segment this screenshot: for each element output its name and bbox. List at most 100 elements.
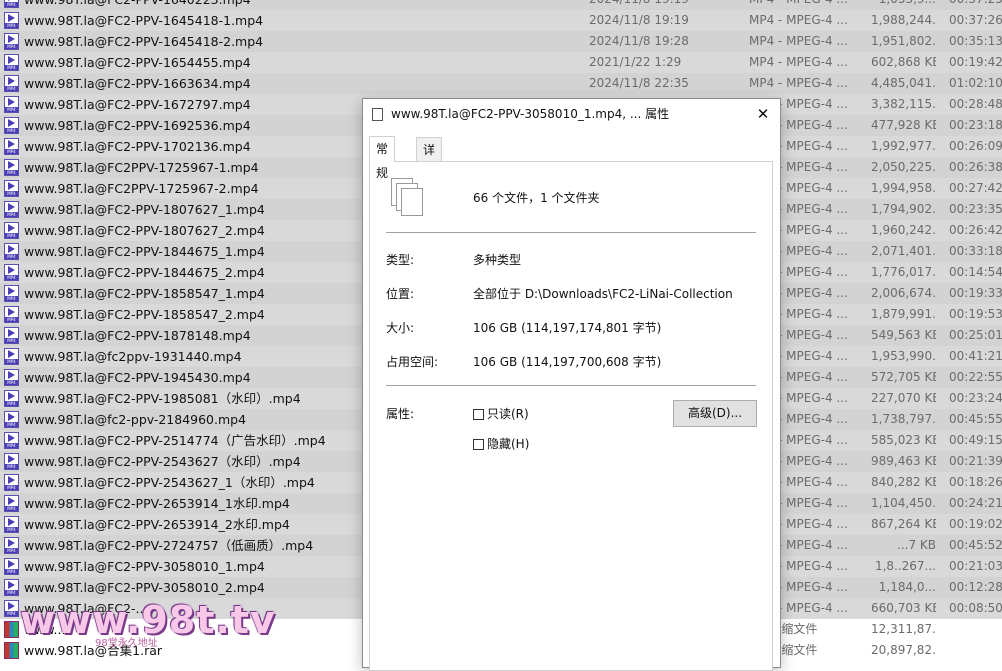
file-size: 3,382,115... — [871, 97, 936, 111]
divider — [386, 385, 756, 386]
file-name: www.98T.la@FC2-PPV-1702136.mp4 — [24, 139, 251, 154]
file-name: www.98T.la@FC2-PPV-1645418-1.mp4 — [24, 13, 264, 28]
file-type: MP4 - MPEG-4 ... — [749, 55, 848, 69]
file-name: www.98T.la@fc2ppv-1931440.mp4 — [24, 349, 242, 364]
mp4-icon: MP4 — [4, 600, 19, 617]
file-name: www.98T.la@FC2-PPV-1663634.mp4 — [24, 76, 251, 91]
multiple-files-icon — [391, 178, 425, 218]
file-duration: 00:21:03 — [949, 559, 1002, 573]
file-size: 227,070 KB — [871, 391, 936, 405]
file-size: 20,897,82... — [871, 643, 936, 657]
file-type: MP4 - MPEG-4 ... — [749, 34, 848, 48]
file-duration: 00:23:18 — [949, 118, 1002, 132]
file-size: 1,879,991... — [871, 307, 936, 321]
summary-text: 66 个文件，1 个文件夹 — [473, 191, 600, 205]
file-size: 1,994,958... — [871, 181, 936, 195]
file-duration: 00:08:50 — [949, 601, 1002, 615]
file-name: www.98T.la@FC2-PPV-2543627_1（水印）.mp4 — [24, 475, 315, 490]
file-duration: 00:37:26 — [949, 13, 1002, 27]
tab-general[interactable]: 常规 — [369, 136, 396, 180]
dialog-title-bar[interactable]: www.98T.la@FC2-PPV-3058010_1.mp4, ... 属性… — [363, 99, 780, 130]
file-name: www.98T.la@FC2-PPV-1645418-2.mp4 — [24, 34, 264, 49]
file-duration: 00:19:33 — [949, 286, 1002, 300]
general-panel: 66 个文件，1 个文件夹 类型: 多种类型 位置: 全部位于 D:\Downl… — [369, 161, 773, 671]
file-row[interactable]: MP4 www.98T.la@FC2-PPV-1645418-1.mp4 2024/… — [0, 10, 1002, 31]
file-duration: 00:12:28 — [949, 580, 1002, 594]
mp4-icon: MP4 — [4, 327, 19, 344]
file-type: MP4 - MPEG-4 ... — [749, 0, 848, 10]
hidden-checkbox[interactable]: 隐藏(H) — [473, 436, 529, 452]
file-size: 1,776,017... — [871, 265, 936, 279]
file-size: 549,563 KB — [871, 328, 936, 342]
file-size: 2,050,225... — [871, 160, 936, 174]
size-on-disk-label: 占用空间: — [386, 355, 439, 369]
mp4-icon: MP4 — [4, 75, 19, 92]
mp4-icon: MP4 — [4, 33, 19, 50]
file-row[interactable]: MP4 www.98T.la@FC2-PPV-1645418-2.mp4 2024/… — [0, 31, 1002, 52]
file-size: 1,738,797... — [871, 412, 936, 426]
file-name: www.98T.la@FC2-PPV-1945430.mp4 — [24, 370, 251, 385]
readonly-checkbox[interactable]: 只读(R) — [473, 406, 529, 422]
file-duration: 00:35:13 — [949, 34, 1002, 48]
size-label: 大小: — [386, 321, 415, 335]
file-size: 602,868 KB — [871, 55, 936, 69]
file-size: 585,023 KB — [871, 433, 936, 447]
file-name: www.98T.la@FC2-PPV-3058010_2.mp4 — [24, 580, 265, 595]
file-size: 1,8..267... — [874, 559, 936, 573]
file-duration: 00:26:38 — [949, 160, 1002, 174]
location-label: 位置: — [386, 287, 415, 301]
file-date: 2024/11/8 19:19 — [589, 0, 689, 10]
mp4-icon: MP4 — [4, 159, 19, 176]
mp4-icon: MP4 — [4, 348, 19, 365]
file-size: 840,282 KB — [871, 475, 936, 489]
hidden-label: 隐藏(H) — [487, 437, 530, 451]
rar-icon — [4, 621, 19, 638]
file-name: www.98T.la@FC2-PPV-2724757（低画质）.mp4 — [24, 538, 314, 553]
file-name: www.98T.la@FC2-PPV-2653914_2水印.mp4 — [24, 517, 290, 532]
file-row[interactable]: MP4 www.98T.la@FC2-PPV-1640223.mp4 2024/11… — [0, 0, 1002, 10]
file-duration: 00:25:01 — [949, 328, 1002, 342]
mp4-icon: MP4 — [4, 0, 19, 8]
file-duration: 00:26:42 — [949, 223, 1002, 237]
file-name: www.98T.la@FC2-PPV-3058010_1.mp4 — [24, 559, 265, 574]
files-icon — [369, 105, 383, 121]
mp4-icon: MP4 — [4, 432, 19, 449]
file-duration: 00:19:53 — [949, 307, 1002, 321]
file-size: 2,071,401... — [871, 244, 936, 258]
file-size: 4,485,041... — [871, 76, 936, 90]
file-name: www.98T.la@FC2-PPV-1985081（水印）.mp4 — [24, 391, 301, 406]
file-name: www.98T.la@FC2PPV-1725967-1.mp4 — [24, 160, 259, 175]
tab-details[interactable]: 详细信息 — [416, 137, 443, 229]
file-duration: 00:23:24 — [949, 391, 1002, 405]
file-date: 2021/1/22 1:29 — [589, 55, 682, 69]
file-size: 12,311,87... — [871, 622, 936, 636]
mp4-icon: MP4 — [4, 201, 19, 218]
dialog-title: www.98T.la@FC2-PPV-3058010_1.mp4, ... 属性 — [391, 107, 670, 121]
file-size: 1,184,0... — [878, 580, 936, 594]
file-duration: 00:28:48 — [949, 97, 1002, 111]
mp4-icon: MP4 — [4, 453, 19, 470]
file-name: www.98T.la@FC2-PPV-1858547_1.mp4 — [24, 286, 265, 301]
file-row[interactable]: MP4 www.98T.la@FC2-PPV-1663634.mp4 2024/11… — [0, 73, 1002, 94]
attributes-label: 属性: — [386, 407, 415, 421]
file-size: 1,960,242... — [871, 223, 936, 237]
file-size: 1,953,990... — [871, 349, 936, 363]
file-name: www.98T.la@FC2-PPV-1692536.mp4 — [24, 118, 251, 133]
mp4-icon: MP4 — [4, 138, 19, 155]
watermark-subtext: 98堂永久地址 — [95, 638, 158, 649]
file-duration: 00:24:21 — [949, 496, 1002, 510]
file-size: 660,703 KB — [871, 601, 936, 615]
file-duration: 00:14:54 — [949, 265, 1002, 279]
checkbox-box — [473, 439, 484, 450]
file-duration: 00:49:15 — [949, 433, 1002, 447]
file-row[interactable]: MP4 www.98T.la@FC2-PPV-1654455.mp4 2021/1/… — [0, 52, 1002, 73]
file-duration: 00:37:25 — [949, 0, 1002, 10]
file-duration: 00:26:09 — [949, 139, 1002, 153]
mp4-icon: MP4 — [4, 474, 19, 491]
file-size: 1,053,9... — [871, 0, 936, 10]
advanced-button[interactable]: 高级(D)... — [673, 400, 757, 427]
close-button[interactable]: ✕ — [746, 99, 780, 130]
file-duration: 00:23:35 — [949, 202, 1002, 216]
file-name: www.98T.la@FC2-PPV-1844675_2.mp4 — [24, 265, 265, 280]
readonly-label: 只读(R) — [487, 407, 529, 421]
